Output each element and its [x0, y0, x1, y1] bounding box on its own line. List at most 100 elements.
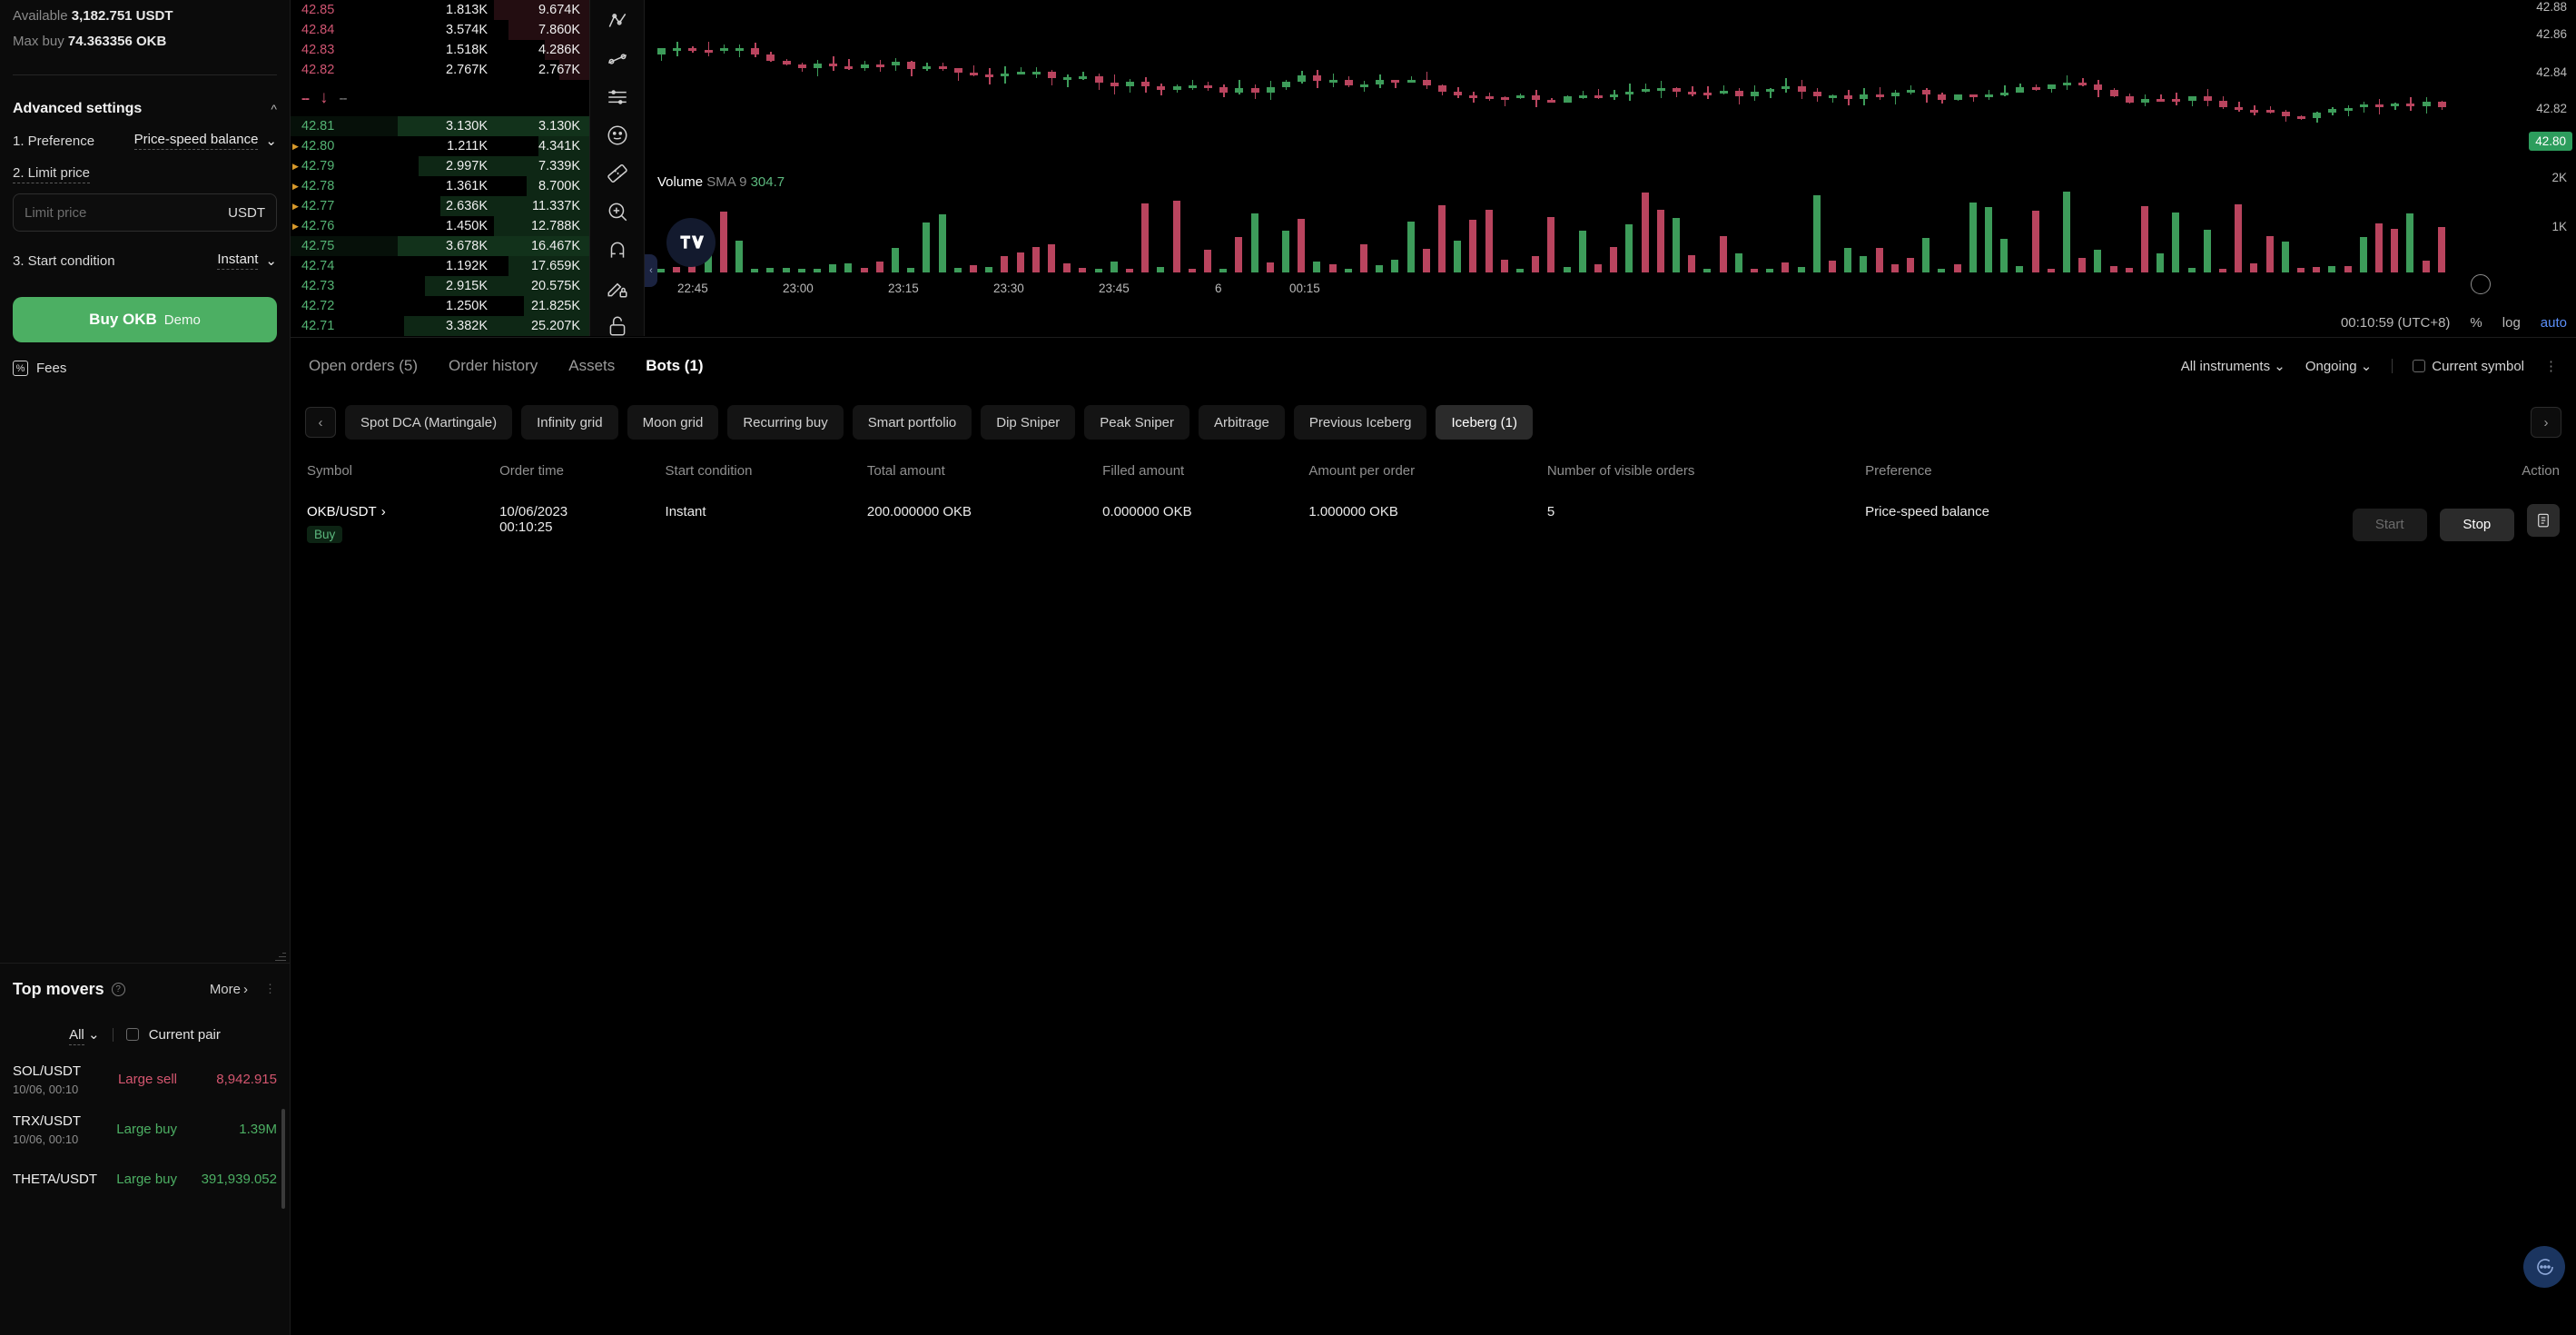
status-filter[interactable]: Ongoing ⌄	[2305, 358, 2372, 374]
start-condition-row[interactable]: 3. Start condition Instant ⌄	[0, 242, 290, 279]
order-book-ask-row[interactable]: 42.83 1.518K 4.286K	[291, 40, 589, 60]
order-book-bid-row[interactable]: ▶ 42.76 1.450K 12.788K	[291, 216, 589, 236]
tab-3[interactable]: Bots (1)	[646, 357, 703, 375]
table-row[interactable]: OKB/USDT › Buy 10/06/2023 00:10:25 Insta…	[291, 491, 2576, 556]
scrollbar[interactable]	[281, 1109, 285, 1209]
chat-bubble-icon[interactable]	[2523, 1246, 2565, 1288]
start-button[interactable]: Start	[2352, 508, 2427, 541]
strategy-chip-4[interactable]: Smart portfolio	[852, 405, 972, 440]
panel-divider	[13, 74, 277, 75]
scroll-left-button[interactable]: ‹	[305, 407, 336, 438]
percent-scale-toggle[interactable]: %	[2470, 315, 2482, 331]
cell-symbol[interactable]: OKB/USDT › Buy	[291, 491, 490, 556]
preference-row[interactable]: 1. Preference Price-speed balance ⌄	[0, 123, 290, 159]
strategy-chip-0[interactable]: Spot DCA (Martingale)	[345, 405, 513, 440]
price-tick: 42.86	[2536, 27, 2567, 41]
chevron-up-icon[interactable]: ^	[271, 103, 277, 115]
zoom-in-icon[interactable]	[603, 200, 632, 223]
start-condition-value-group[interactable]: Instant ⌄	[217, 252, 277, 270]
unlock-icon[interactable]	[603, 314, 632, 338]
scroll-right-button[interactable]: ›	[2531, 407, 2561, 438]
magnet-icon[interactable]	[603, 238, 632, 262]
column-header-7: Preference	[1865, 463, 1932, 479]
time-axis[interactable]: 22:45 23:00 23:15 23:30 23:45 6 00:15	[645, 272, 2500, 303]
order-book-ask-row[interactable]: 42.84 3.574K 7.860K	[291, 20, 589, 40]
order-book-bid-row[interactable]: 42.74 1.192K 17.659K	[291, 256, 589, 276]
all-filter[interactable]: All ⌄	[69, 1026, 100, 1045]
strategy-chip-1[interactable]: Infinity grid	[521, 405, 618, 440]
measure-icon[interactable]	[603, 162, 632, 185]
preference-value-group[interactable]: Price-speed balance ⌄	[133, 132, 277, 150]
more-filters-icon[interactable]: ⋮	[2544, 358, 2558, 374]
chevron-down-icon[interactable]: ⌄	[265, 133, 277, 149]
list-item[interactable]: TRX/USDT 10/06, 00:10 Large buy 1.39M	[0, 1104, 290, 1154]
emoji-icon[interactable]	[603, 124, 632, 147]
orders-bots-panel: Open orders (5) Order history Assets Bots (…	[291, 337, 2576, 1335]
order-book-bid-row[interactable]: 42.71 3.382K 25.207K	[291, 316, 589, 336]
instruments-filter[interactable]: All instruments ⌄	[2181, 358, 2285, 374]
my-order-marker-icon: ▶	[292, 181, 299, 191]
strategy-chip-7[interactable]: Arbitrage	[1199, 405, 1285, 440]
tab-1[interactable]: Order history	[449, 357, 538, 375]
chevron-down-icon[interactable]: ⌄	[265, 252, 277, 269]
advanced-settings-header[interactable]: Advanced settings ^	[0, 95, 290, 123]
draw-lock-icon[interactable]	[603, 276, 632, 300]
order-book-bid-row[interactable]: 42.75 3.678K 16.467K	[291, 236, 589, 256]
current-symbol-checkbox[interactable]: Current symbol	[2413, 359, 2524, 374]
log-scale-toggle[interactable]: log	[2502, 315, 2521, 331]
question-icon[interactable]: ?	[111, 982, 125, 996]
order-book-bid-row[interactable]: 42.81 3.130K 3.130K	[291, 116, 589, 136]
volume-label: Volume	[657, 174, 704, 190]
chevron-right-icon[interactable]: ›	[381, 504, 386, 519]
order-book-bid-row[interactable]: ▶ 42.77 2.636K 11.337K	[291, 196, 589, 216]
fib-icon[interactable]	[603, 85, 632, 109]
list-item[interactable]: SOL/USDT 10/06, 00:10 Large sell 8,942.9…	[0, 1054, 290, 1104]
stop-button[interactable]: Stop	[2439, 508, 2514, 541]
order-book-bid-row[interactable]: ▶ 42.79 2.997K 7.339K	[291, 156, 589, 176]
strategy-chip-3[interactable]: Recurring buy	[727, 405, 844, 440]
symbol-group[interactable]: OKB/USDT ›	[307, 504, 481, 519]
crosshair-icon[interactable]	[603, 9, 632, 33]
auto-scale-toggle[interactable]: auto	[2541, 315, 2567, 331]
tab-2[interactable]: Assets	[568, 357, 615, 375]
order-book-ask-row[interactable]: 42.82 2.767K 2.767K	[291, 60, 589, 80]
chevron-left-icon[interactable]: ‹	[645, 254, 657, 287]
price-axis[interactable]: 42.88 42.86 42.84 42.82 42.80	[2500, 0, 2576, 163]
strategy-chip-6[interactable]: Peak Sniper	[1084, 405, 1190, 440]
volume-bar	[1844, 247, 1852, 272]
tab-0[interactable]: Open orders (5)	[309, 357, 418, 375]
volume-bar	[1532, 256, 1540, 272]
candle-body	[1391, 80, 1400, 84]
order-book-bid-row[interactable]: 42.72 1.250K 21.825K	[291, 296, 589, 316]
list-item[interactable]: THETA/USDT Large buy 391,939.052	[0, 1154, 290, 1204]
volume-indicator-label[interactable]: Volume SMA 9 304.7	[657, 174, 785, 190]
tradingview-logo-icon[interactable]	[666, 218, 716, 267]
volume-tick: 2K	[2551, 171, 2567, 184]
order-book-ask-row[interactable]: 42.85 1.813K 9.674K	[291, 0, 589, 20]
strategy-chip-8[interactable]: Previous Iceberg	[1293, 405, 1427, 440]
more-link[interactable]: More ›	[210, 982, 248, 997]
ask-price: 42.82	[301, 63, 335, 77]
chevron-down-icon[interactable]: ⌄	[88, 1027, 100, 1043]
order-book-bid-row[interactable]: ▶ 42.80 1.211K 4.341K	[291, 136, 589, 156]
trend-line-icon[interactable]	[603, 47, 632, 71]
candle-body	[2297, 116, 2305, 120]
order-book-bid-row[interactable]: 42.73 2.915K 20.575K	[291, 276, 589, 296]
target-icon[interactable]	[2471, 274, 2491, 294]
drag-handle-icon[interactable]: ⋮	[264, 982, 277, 996]
strategy-chip-5[interactable]: Dip Sniper	[981, 405, 1076, 440]
strategy-chip-2[interactable]: Moon grid	[627, 405, 719, 440]
price-chart[interactable]: 42.88 42.86 42.84 42.82 42.80 2K 1K Volu…	[645, 0, 2576, 336]
buy-okb-button[interactable]: Buy OKB Demo	[13, 297, 277, 342]
panel-resize-handle[interactable]	[275, 950, 286, 961]
current-pair-checkbox[interactable]: Current pair	[125, 1027, 221, 1043]
mover-time: 10/06, 00:10	[13, 1082, 79, 1096]
order-book-bid-row[interactable]: ▶ 42.78 1.361K 8.700K	[291, 176, 589, 196]
fees-row[interactable]: % Fees	[0, 361, 290, 376]
limit-price-input[interactable]	[25, 204, 229, 221]
strategy-chip-9[interactable]: Iceberg (1)	[1436, 405, 1533, 440]
candle-wick	[2347, 104, 2349, 117]
document-icon[interactable]	[2527, 504, 2560, 537]
volume-bar	[1812, 195, 1821, 272]
limit-price-input-wrap[interactable]: USDT	[13, 193, 277, 232]
